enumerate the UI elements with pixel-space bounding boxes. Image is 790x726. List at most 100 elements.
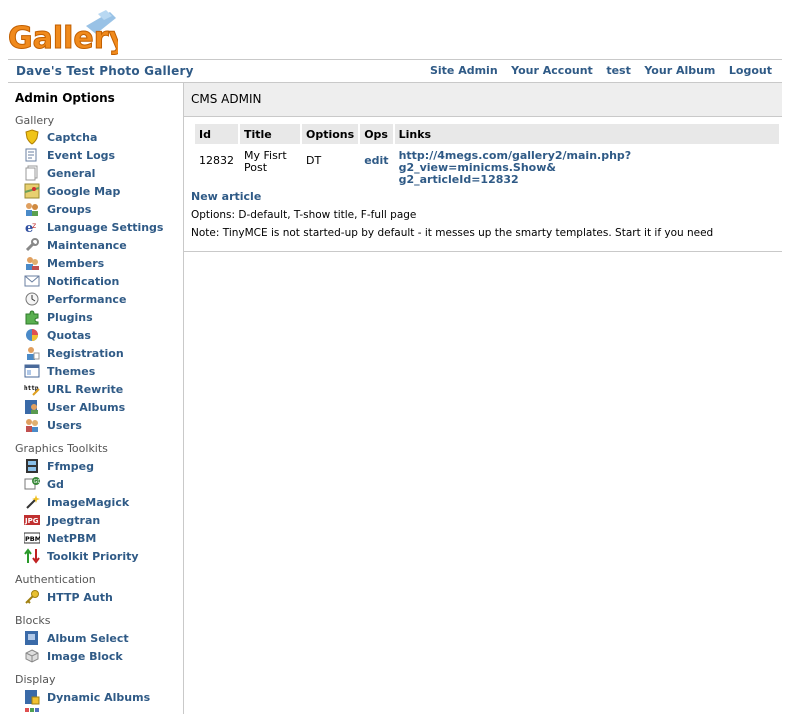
sidebar-item-maintenance[interactable]: Maintenance: [24, 237, 182, 255]
sidebar-item-label[interactable]: Users: [47, 419, 82, 432]
sidebar-item-label[interactable]: Quotas: [47, 329, 91, 342]
wand-icon: [24, 494, 40, 510]
admin-sidebar: Admin Options Gallery Captcha Event Logs Ge…: [8, 83, 184, 714]
main-header: CMS ADMIN: [184, 83, 782, 117]
sidebar-item-google-map[interactable]: Google Map: [24, 183, 182, 201]
sidebar-item-groups[interactable]: Groups: [24, 201, 182, 219]
sidebar-item-image-block[interactable]: Image Block: [24, 648, 182, 666]
sidebar-item-album-select[interactable]: Album Select: [24, 630, 182, 648]
sidebar-item-label[interactable]: Jpegtran: [47, 514, 100, 527]
sidebar-item-label[interactable]: Album Select: [47, 632, 129, 645]
sidebar-item-dynamic-albums[interactable]: Dynamic Albums: [24, 689, 182, 707]
admin-options-title: Admin Options: [15, 91, 115, 105]
sidebar-item-label[interactable]: Event Logs: [47, 149, 115, 162]
svg-text:PBM: PBM: [25, 535, 40, 543]
sidebar-item-event-logs[interactable]: Event Logs: [24, 147, 182, 165]
sidebar-item-language-settings[interactable]: e z Language Settings: [24, 219, 182, 237]
article-link-line2[interactable]: g2_articleId=12832: [399, 173, 519, 186]
clock-icon: [24, 291, 40, 307]
sidebar-item-label[interactable]: General: [47, 167, 95, 180]
logo-text: Gallery: [8, 21, 118, 56]
sidebar-item-label[interactable]: Toolkit Priority: [47, 550, 139, 563]
dynamic-album-icon: [24, 689, 40, 705]
col-ops: Ops: [360, 124, 393, 144]
sidebar-item-notification[interactable]: Notification: [24, 273, 182, 291]
puzzle-icon: [24, 309, 40, 325]
sidebar-item-cutoff[interactable]: [24, 707, 182, 725]
sidebar-item-label[interactable]: Captcha: [47, 131, 97, 144]
sidebar-item-http-auth[interactable]: HTTP Auth: [24, 589, 182, 607]
your-album-link[interactable]: Your Album: [644, 64, 715, 77]
sidebar-item-label[interactable]: Notification: [47, 275, 119, 288]
sidebar-item-imagemagick[interactable]: ImageMagick: [24, 494, 182, 512]
sidebar-item-label[interactable]: Dynamic Albums: [47, 691, 150, 704]
user-album-icon: [24, 399, 40, 415]
gallery-title[interactable]: Dave's Test Photo Gallery: [16, 64, 194, 78]
sidebar-item-toolkit-priority[interactable]: Toolkit Priority: [24, 548, 182, 566]
sidebar-item-label[interactable]: Members: [47, 257, 104, 270]
article-link-line1[interactable]: http://4megs.com/gallery2/main.php?g2_vi…: [399, 149, 632, 174]
sidebar-item-label[interactable]: NetPBM: [47, 532, 96, 545]
sidebar-item-quotas[interactable]: Quotas: [24, 327, 182, 345]
sidebar-item-label[interactable]: HTTP Auth: [47, 591, 113, 604]
table-row: 12832 My Fisrt Post DT edit http://4megs…: [195, 144, 779, 188]
logout-link[interactable]: Logout: [729, 64, 772, 77]
sidebar-item-url-rewrite[interactable]: http URL Rewrite: [24, 381, 182, 399]
cell-title-line2: Post: [244, 161, 268, 174]
sidebar-item-user-albums[interactable]: User Albums: [24, 399, 182, 417]
envelope-icon: [24, 273, 40, 289]
gallery-logo[interactable]: Gallery: [6, 8, 129, 58]
new-article-link[interactable]: New article: [191, 190, 261, 203]
sidebar-item-label[interactable]: Plugins: [47, 311, 93, 324]
group-icon: [24, 201, 40, 217]
sidebar-item-captcha[interactable]: Captcha: [24, 129, 182, 147]
site-admin-link[interactable]: Site Admin: [430, 64, 498, 77]
sidebar-item-label[interactable]: Registration: [47, 347, 124, 360]
article-link[interactable]: http://4megs.com/gallery2/main.php?g2_vi…: [395, 144, 779, 188]
sidebar-item-members[interactable]: Members: [24, 255, 182, 273]
col-id: Id: [195, 124, 238, 144]
sidebar-item-label[interactable]: Gd: [47, 478, 64, 491]
sidebar-item-label[interactable]: Performance: [47, 293, 126, 306]
sidebar-item-themes[interactable]: Themes: [24, 363, 182, 381]
sidebar-item-plugins[interactable]: Plugins: [24, 309, 182, 327]
main-divider: [184, 251, 782, 252]
sidebar-item-ffmpeg[interactable]: Ffmpeg: [24, 458, 182, 476]
jpg-icon: JPG: [24, 512, 40, 528]
edit-link[interactable]: edit: [360, 144, 392, 188]
map-icon: [24, 183, 40, 199]
sidebar-item-label[interactable]: Google Map: [47, 185, 120, 198]
sidebar-item-label[interactable]: Language Settings: [47, 221, 163, 234]
sidebar-item-label[interactable]: User Albums: [47, 401, 125, 414]
sidebar-item-label[interactable]: Themes: [47, 365, 95, 378]
sidebar-item-label[interactable]: ImageMagick: [47, 496, 129, 509]
sidebar-group-title: Display: [15, 673, 56, 686]
members-icon: [24, 255, 40, 271]
sidebar-group-title: Graphics Toolkits: [15, 442, 108, 455]
tinymce-note: Note: TinyMCE is not started-up by defau…: [191, 227, 714, 239]
sidebar-item-label[interactable]: Image Block: [47, 650, 123, 663]
cell-options: DT: [306, 154, 322, 167]
shield-icon: [24, 129, 40, 145]
sidebar-item-label[interactable]: Maintenance: [47, 239, 127, 252]
sidebar-item-label[interactable]: URL Rewrite: [47, 383, 123, 396]
sidebar-item-registration[interactable]: Registration: [24, 345, 182, 363]
key-icon: [24, 589, 40, 605]
sidebar-item-users[interactable]: Users: [24, 417, 182, 435]
svg-text:GD: GD: [34, 479, 41, 485]
options-note: Options: D-default, T-show title, F-full…: [191, 209, 417, 221]
sidebar-item-netpbm[interactable]: PBM NetPBM: [23, 530, 182, 548]
sidebar-item-label[interactable]: Ffmpeg: [47, 460, 94, 473]
gd-icon: GD: [24, 476, 41, 492]
sidebar-item-jpegtran[interactable]: JPG Jpegtran: [24, 512, 182, 530]
your-account-link[interactable]: Your Account: [511, 64, 593, 77]
sidebar-item-performance[interactable]: Performance: [24, 291, 182, 309]
sidebar-item-general[interactable]: General: [24, 165, 182, 183]
username-link[interactable]: test: [606, 64, 631, 77]
sidebar-item-label[interactable]: Groups: [47, 203, 91, 216]
cell-title: My Fisrt Post: [240, 144, 300, 188]
language-icon: ez: [24, 219, 40, 236]
sidebar-item-gd[interactable]: GD Gd: [24, 476, 182, 494]
col-links: Links: [394, 124, 779, 144]
svg-text:JPG: JPG: [24, 517, 39, 525]
